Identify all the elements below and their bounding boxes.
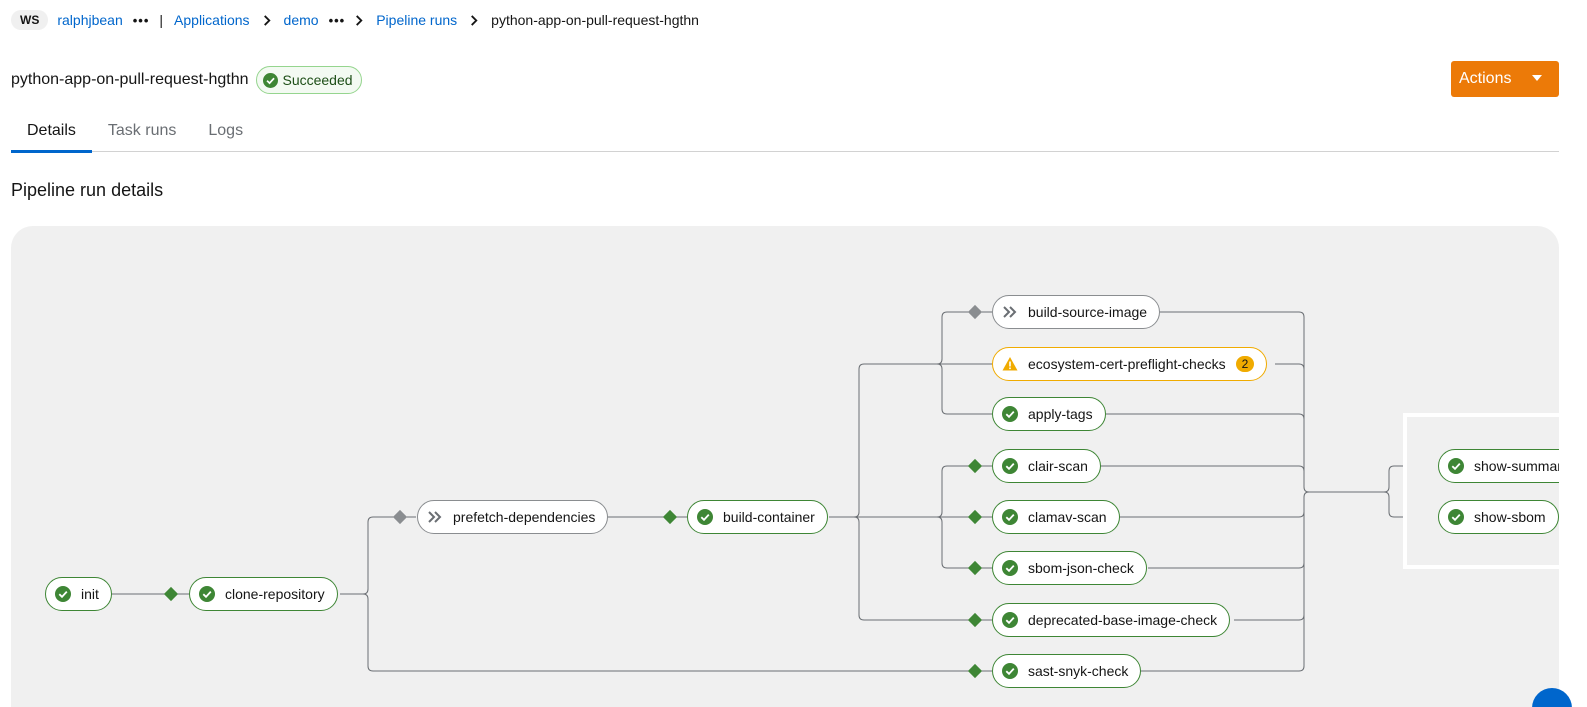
- angle-double-right-icon: [1003, 306, 1017, 318]
- task-label: init: [81, 586, 99, 602]
- tab-logs[interactable]: Logs: [192, 114, 259, 152]
- task-label: show-sbom: [1474, 509, 1546, 525]
- task-node-clamav-scan[interactable]: clamav-scan: [992, 500, 1120, 534]
- chevron-right-icon: [470, 14, 478, 26]
- task-label: apply-tags: [1028, 406, 1093, 422]
- workspace-switcher-button[interactable]: •••: [133, 13, 150, 28]
- task-node-clair-scan[interactable]: clair-scan: [992, 449, 1101, 483]
- warning-triangle-icon: [1002, 357, 1018, 371]
- connector-diamond: [662, 509, 678, 525]
- actions-label: Actions: [1459, 70, 1512, 87]
- task-node-sast-snyk-check[interactable]: sast-snyk-check: [992, 654, 1142, 688]
- breadcrumb-pipeline-runs-link[interactable]: Pipeline runs: [376, 12, 457, 28]
- section-title: Pipeline run details: [11, 180, 164, 200]
- application-switcher-button[interactable]: •••: [329, 13, 346, 28]
- connector-diamond: [967, 458, 983, 474]
- chevron-right-icon: [355, 14, 363, 26]
- angle-double-right-icon: [428, 511, 442, 523]
- page-header: python-app-on-pull-request-hgthn Succeed…: [11, 66, 362, 94]
- task-label: prefetch-dependencies: [453, 509, 596, 525]
- check-circle-icon: [1448, 509, 1464, 525]
- task-node-clone-repository[interactable]: clone-repository: [189, 577, 338, 611]
- task-node-show-sbom[interactable]: show-sbom: [1438, 500, 1559, 534]
- connector-diamond: [392, 509, 408, 525]
- tab-details[interactable]: Details: [11, 114, 92, 153]
- connector-diamond: [967, 509, 983, 525]
- breadcrumb-separator: |: [159, 12, 164, 28]
- task-label: deprecated-base-image-check: [1028, 612, 1218, 628]
- chevron-right-icon: [263, 14, 271, 26]
- connector-diamond: [967, 304, 983, 320]
- connector-diamond: [967, 560, 983, 576]
- connector-diamond: [967, 612, 983, 628]
- status-label: Succeeded: [282, 72, 353, 88]
- check-circle-icon: [199, 586, 215, 602]
- check-circle-icon: [1002, 406, 1018, 422]
- task-node-deprecated-base-image-check[interactable]: deprecated-base-image-check: [992, 603, 1231, 637]
- task-node-sbom-json-check[interactable]: sbom-json-check: [992, 551, 1147, 585]
- tab-task-runs[interactable]: Task runs: [92, 114, 192, 152]
- task-node-ecosystem-cert-preflight-checks[interactable]: ecosystem-cert-preflight-checks 2: [992, 347, 1268, 381]
- task-node-show-summary[interactable]: show-summary: [1438, 449, 1559, 483]
- task-node-build-container[interactable]: build-container: [687, 500, 828, 534]
- task-label: show-summary: [1474, 458, 1559, 474]
- task-label: sast-snyk-check: [1028, 663, 1129, 679]
- task-label: build-source-image: [1028, 304, 1148, 320]
- check-circle-icon: [1002, 612, 1018, 628]
- check-circle-icon: [1002, 509, 1018, 525]
- page-title: python-app-on-pull-request-hgthn: [11, 71, 249, 88]
- tab-bar: Details Task runs Logs: [11, 114, 1559, 153]
- breadcrumb-current: python-app-on-pull-request-hgthn: [491, 12, 699, 28]
- task-node-build-source-image[interactable]: build-source-image: [992, 295, 1161, 329]
- task-label: clone-repository: [225, 586, 325, 602]
- finally-tasks-group: [1403, 413, 1559, 569]
- connector-diamond: [163, 586, 179, 602]
- caret-down-icon: [1532, 75, 1542, 81]
- connector-diamond: [967, 663, 983, 679]
- task-label: build-container: [723, 509, 815, 525]
- pipeline-edges: [111, 304, 1439, 679]
- actions-dropdown-button[interactable]: Actions: [1451, 61, 1559, 97]
- task-node-init[interactable]: init: [45, 577, 112, 611]
- check-circle-icon: [263, 72, 279, 88]
- check-circle-icon: [1002, 663, 1018, 679]
- status-badge: Succeeded: [256, 66, 362, 94]
- task-node-apply-tags[interactable]: apply-tags: [992, 397, 1106, 431]
- task-label: clamav-scan: [1028, 509, 1107, 525]
- check-circle-icon: [55, 586, 71, 602]
- task-label: ecosystem-cert-preflight-checks: [1028, 356, 1226, 372]
- task-label: clair-scan: [1028, 458, 1088, 474]
- pipeline-graph[interactable]: init clone-repository prefetch-dependenc…: [11, 226, 1559, 707]
- breadcrumb-applications-link[interactable]: Applications: [174, 12, 250, 28]
- breadcrumb-workspace-link[interactable]: ralphjbean: [57, 12, 122, 28]
- task-label: sbom-json-check: [1028, 560, 1134, 576]
- check-circle-icon: [1448, 458, 1464, 474]
- check-circle-icon: [697, 509, 713, 525]
- check-circle-icon: [1002, 458, 1018, 474]
- check-circle-icon: [1002, 560, 1018, 576]
- breadcrumb-application-link[interactable]: demo: [284, 12, 319, 28]
- warning-count-badge: 2: [1235, 356, 1255, 372]
- workspace-badge: WS: [11, 10, 49, 30]
- breadcrumb: WS ralphjbean ••• | Applications demo ••…: [11, 9, 699, 31]
- task-node-prefetch-dependencies[interactable]: prefetch-dependencies: [417, 500, 609, 534]
